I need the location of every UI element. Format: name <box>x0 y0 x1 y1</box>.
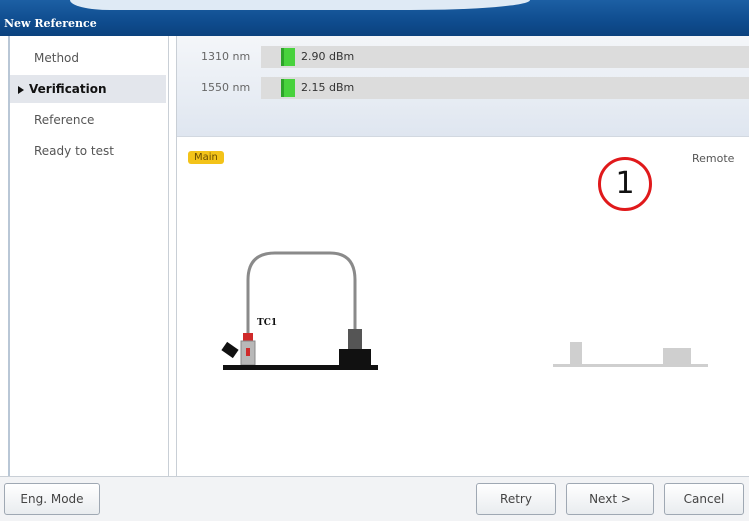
main-unit-badge: Main <box>188 151 224 164</box>
power-readings-panel: 1310 nm 2.90 dBm 1550 nm 2.15 dBm <box>177 36 749 137</box>
title-bar-decoration <box>70 0 530 10</box>
connector-port-mark <box>246 348 250 356</box>
remote-port-icon <box>663 348 691 364</box>
callout-marker: 1 <box>598 157 652 211</box>
connector-tip-icon <box>243 333 253 341</box>
current-step-arrow-icon <box>18 85 24 94</box>
remote-connector-boot-icon <box>348 329 362 351</box>
sidebar-item-ready-to-test[interactable]: Ready to test <box>10 137 166 165</box>
remote-unit-diagram <box>553 342 708 367</box>
cable-label: TC1 <box>257 318 277 328</box>
sidebar-item-label: Method <box>34 51 80 65</box>
sidebar-item-method[interactable]: Method <box>10 44 166 72</box>
remote-adapter-icon <box>570 342 582 364</box>
sidebar-item-label: Verification <box>29 82 107 96</box>
sidebar-item-reference[interactable]: Reference <box>10 106 166 134</box>
power-bar-fill <box>281 79 295 97</box>
port-connector-icon <box>339 349 371 367</box>
power-value: 2.15 dBm <box>301 81 355 94</box>
power-bar-fill <box>281 48 295 66</box>
eng-mode-button[interactable]: Eng. Mode <box>4 483 100 515</box>
remote-unit-base <box>553 364 708 367</box>
next-button[interactable]: Next > <box>566 483 654 515</box>
title-bar: New Reference <box>0 0 749 36</box>
dust-cap-icon <box>221 341 239 359</box>
retry-button[interactable]: Retry <box>476 483 556 515</box>
cancel-button[interactable]: Cancel <box>664 483 744 515</box>
sidebar-item-label: Reference <box>34 113 95 127</box>
power-row-1310: 1310 nm 2.90 dBm <box>177 46 749 68</box>
main-unit-base <box>223 365 378 370</box>
window-title: New Reference <box>4 17 97 30</box>
wizard-footer: Eng. Mode Retry Next > Cancel <box>0 476 749 521</box>
main-unit-diagram: TC1 <box>221 251 378 370</box>
wavelength-label: 1550 nm <box>201 81 251 94</box>
wavelength-label: 1310 nm <box>201 50 251 63</box>
power-value: 2.90 dBm <box>301 50 355 63</box>
power-row-1550: 1550 nm 2.15 dBm <box>177 77 749 99</box>
sidebar-item-verification[interactable]: Verification <box>10 75 166 103</box>
wizard-steps-sidebar: Method Verification Reference Ready to t… <box>10 36 169 476</box>
remote-unit-label: Remote <box>692 152 735 165</box>
sidebar-item-label: Ready to test <box>34 144 114 158</box>
